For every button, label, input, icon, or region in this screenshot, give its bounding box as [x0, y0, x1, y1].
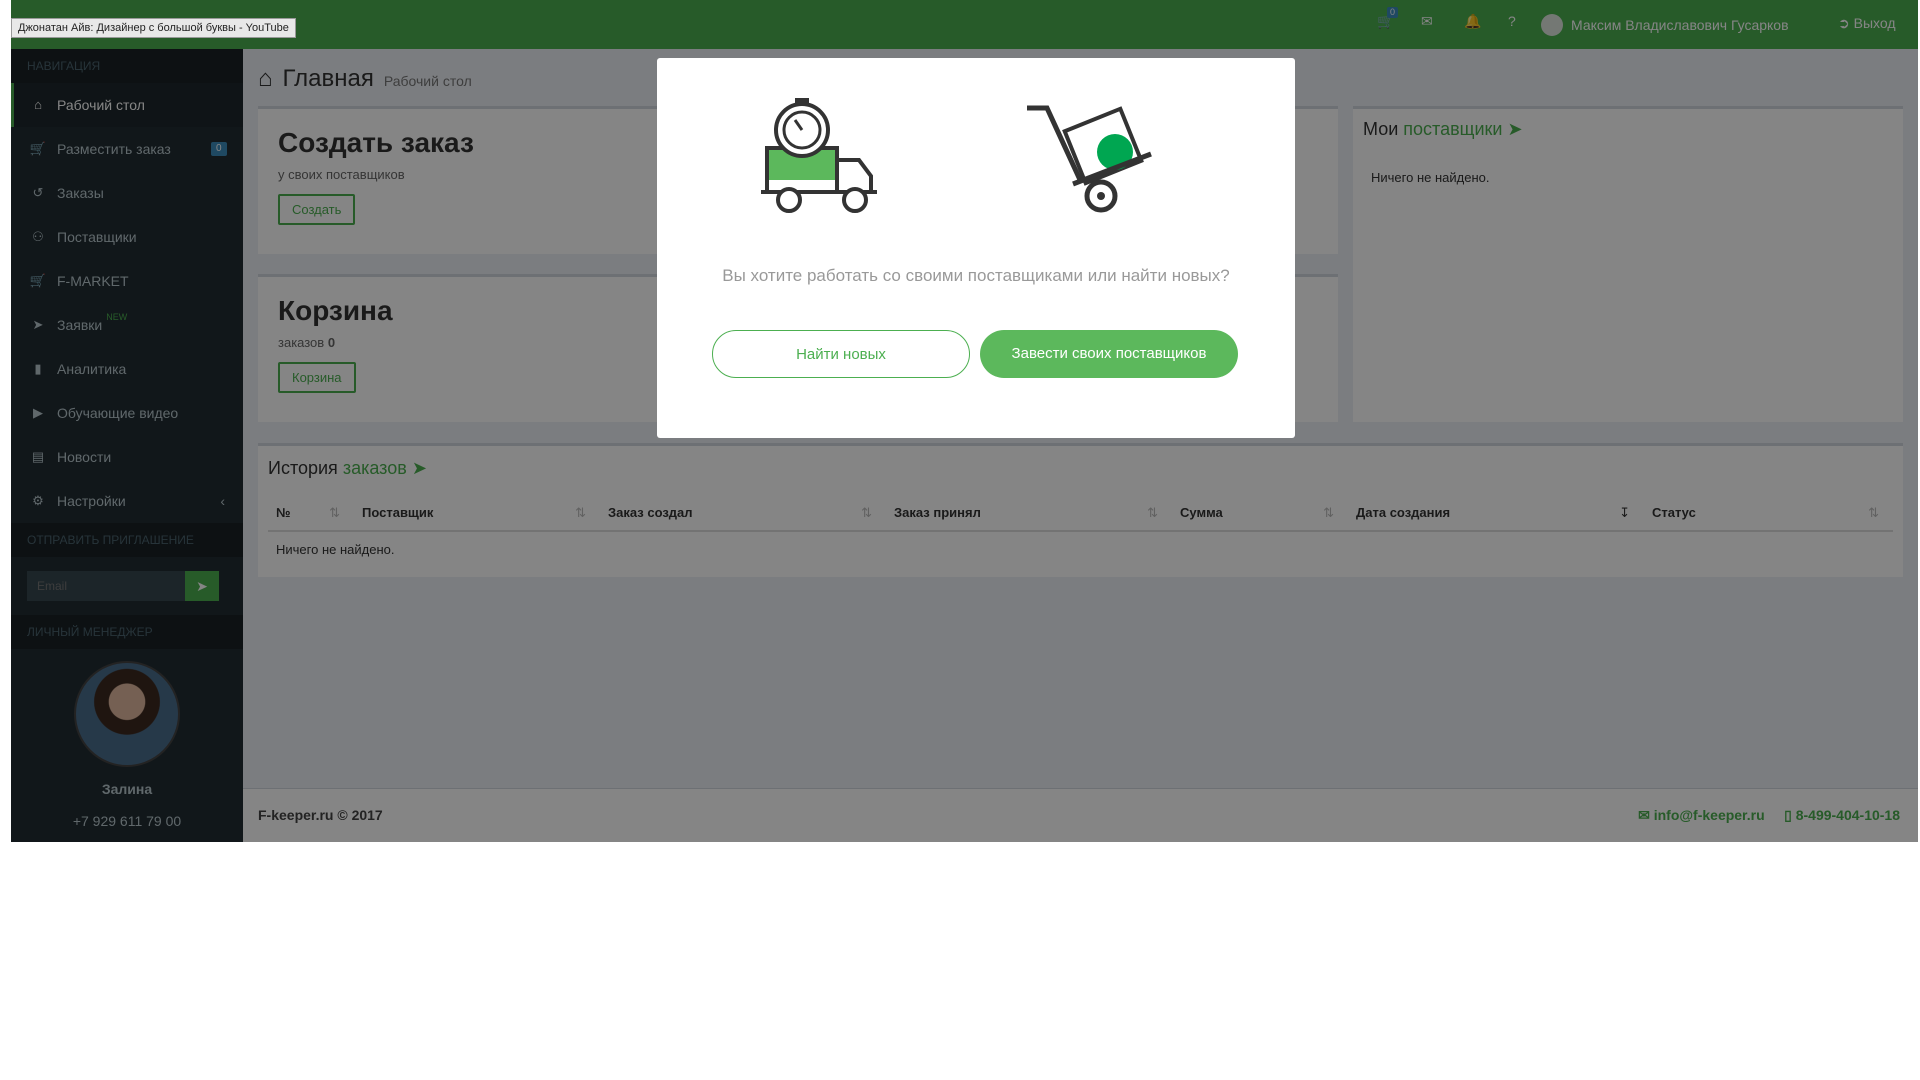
find-new-button[interactable]: Найти новых	[712, 330, 970, 378]
modal-actions: Найти новых Завести своих поставщиков	[712, 330, 1238, 378]
add-own-suppliers-button[interactable]: Завести своих поставщиков	[980, 330, 1238, 378]
delivery-truck-icon	[761, 98, 877, 213]
modal-question: Вы хотите работать со своими поставщикам…	[722, 266, 1230, 285]
hand-truck-icon	[1027, 105, 1152, 213]
modal-backdrop[interactable]: Вы хотите работать со своими поставщикам…	[11, 0, 1918, 842]
app-window: 🛒 0 ✉ 🔔 ? Максим Владиславович Гусарков …	[11, 0, 1918, 842]
supplier-choice-modal: Вы хотите работать со своими поставщикам…	[657, 58, 1295, 438]
tooltip: Джонатан Айв: Дизайнер с большой буквы -…	[11, 18, 296, 38]
